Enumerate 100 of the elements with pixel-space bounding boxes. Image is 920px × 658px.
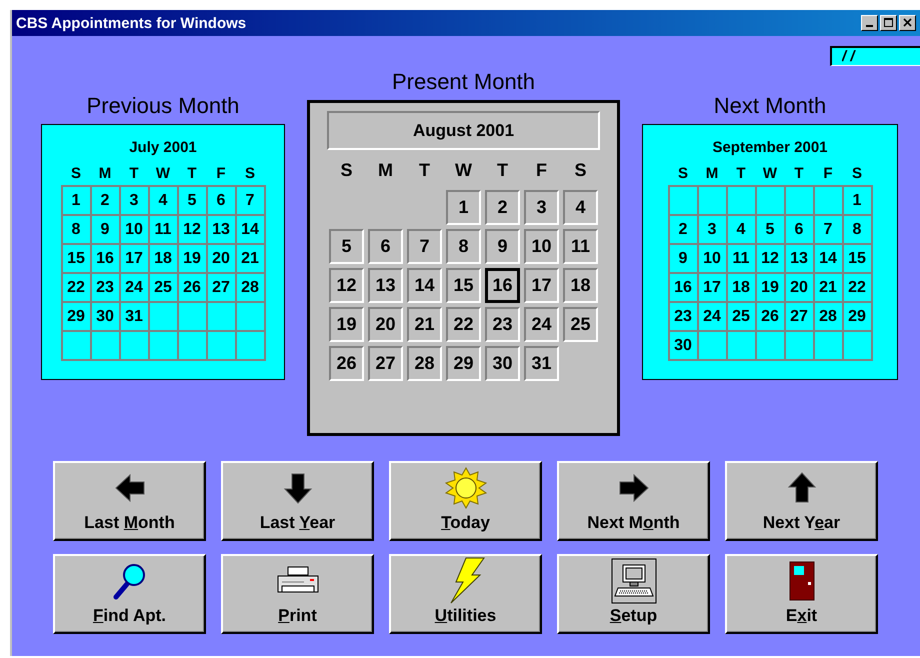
day-cell [236,332,266,361]
day-button[interactable]: 22 [446,307,481,342]
weekday-label: W [454,160,473,180]
day-cell: 15 [62,245,92,274]
day-cell: 31 [120,303,150,332]
weekday-label: S [573,160,588,180]
close-button[interactable] [899,15,916,31]
day-button[interactable]: 3 [524,190,559,225]
day-cell: 21 [236,245,266,274]
weekday-label: M [98,165,112,183]
day-cell: 6 [786,216,814,245]
toolbar-button[interactable]: Print [221,554,374,634]
weekday-label: T [128,165,140,183]
day-button[interactable]: 30 [485,346,520,381]
day-button[interactable]: 25 [563,307,598,342]
weekday-label: F [215,165,227,183]
day-button[interactable]: 26 [329,346,364,381]
day-cell: 10 [698,245,728,274]
day-cell: 28 [814,303,844,332]
day-cell [728,332,756,361]
day-button[interactable]: 21 [407,307,442,342]
day-cell: 7 [236,187,266,216]
day-cell: 25 [150,274,178,303]
day-cell: 20 [786,274,814,303]
toolbar-button[interactable]: Utilities [389,554,542,634]
toolbar-button[interactable]: Last Month [53,461,206,541]
close-icon [902,18,912,28]
day-cell: 4 [728,216,756,245]
day-cell: 23 [670,303,698,332]
day-button[interactable]: 13 [368,268,403,303]
day-button[interactable]: 9 [485,229,520,264]
toolbar-button[interactable]: Next Year [725,461,878,541]
weekday-label: T [735,165,747,183]
weekday-label: F [822,165,834,183]
day-button[interactable]: 5 [329,229,364,264]
day-cell: 30 [92,303,120,332]
weekday-label: W [154,165,172,183]
day-button[interactable]: 23 [485,307,520,342]
arrow-down-icon [282,471,314,505]
day-button[interactable]: 24 [524,307,559,342]
toolbar-button[interactable]: Setup [557,554,710,634]
day-button[interactable]: 4 [563,190,598,225]
day-cell: 11 [150,216,178,245]
day-button[interactable]: 10 [524,229,559,264]
day-button[interactable]: 12 [329,268,364,303]
day-cell: 16 [670,274,698,303]
day-cell: 30 [670,332,698,361]
section-heading: Previous Month [86,92,240,120]
day-button[interactable]: 29 [446,346,481,381]
maximize-button[interactable] [880,15,897,31]
day-button[interactable]: 14 [407,268,442,303]
day-button[interactable]: 27 [368,346,403,381]
day-cell: 13 [786,245,814,274]
day-cell: 8 [62,216,92,245]
day-cell: 14 [236,216,266,245]
day-button[interactable]: 28 [407,346,442,381]
toolbar-button[interactable]: Today [389,461,542,541]
weekday-label: S [850,165,863,183]
day-cell: 2 [92,187,120,216]
day-cell: 19 [756,274,786,303]
toolbar-button[interactable]: Next Month [557,461,710,541]
day-cell: 17 [698,274,728,303]
day-cell [814,332,844,361]
day-button[interactable]: 6 [368,229,403,264]
day-button[interactable]: 11 [563,229,598,264]
day-cell: 18 [728,274,756,303]
day-cell: 29 [844,303,872,332]
day-button[interactable]: 31 [524,346,559,381]
toolbar-button[interactable]: Last Year [221,461,374,541]
day-button[interactable]: 8 [446,229,481,264]
day-button[interactable]: 18 [563,268,598,303]
day-cell: 2 [670,216,698,245]
day-button[interactable]: 7 [407,229,442,264]
day-cell: 1 [844,187,872,216]
toolbar-button[interactable]: Find Apt. [53,554,206,634]
day-button[interactable]: 19 [329,307,364,342]
day-cell: 11 [728,245,756,274]
weekday-label: S [244,165,256,183]
month-title: September 2001 [712,139,828,158]
day-cell: 25 [728,303,756,332]
day-button[interactable]: 1 [446,190,481,225]
day-button[interactable]: 17 [524,268,559,303]
day-cell: 1 [62,187,92,216]
day-cell: 20 [208,245,236,274]
day-button[interactable]: 20 [368,307,403,342]
weekday-label: W [762,165,778,183]
day-cell: 7 [814,216,844,245]
day-cell [208,332,236,361]
day-cell: 10 [120,216,150,245]
day-cell: 13 [208,216,236,245]
day-button[interactable]: 16 [485,268,520,303]
magnifier-icon [112,562,146,600]
day-cell: 17 [120,245,150,274]
month-title: July 2001 [129,139,197,158]
toolbar-button[interactable]: Exit [725,554,878,634]
day-button[interactable]: 2 [485,190,520,225]
minimize-button[interactable] [861,15,878,31]
day-button[interactable]: 15 [446,268,481,303]
day-cell: 19 [178,245,208,274]
day-cell: 15 [844,245,872,274]
